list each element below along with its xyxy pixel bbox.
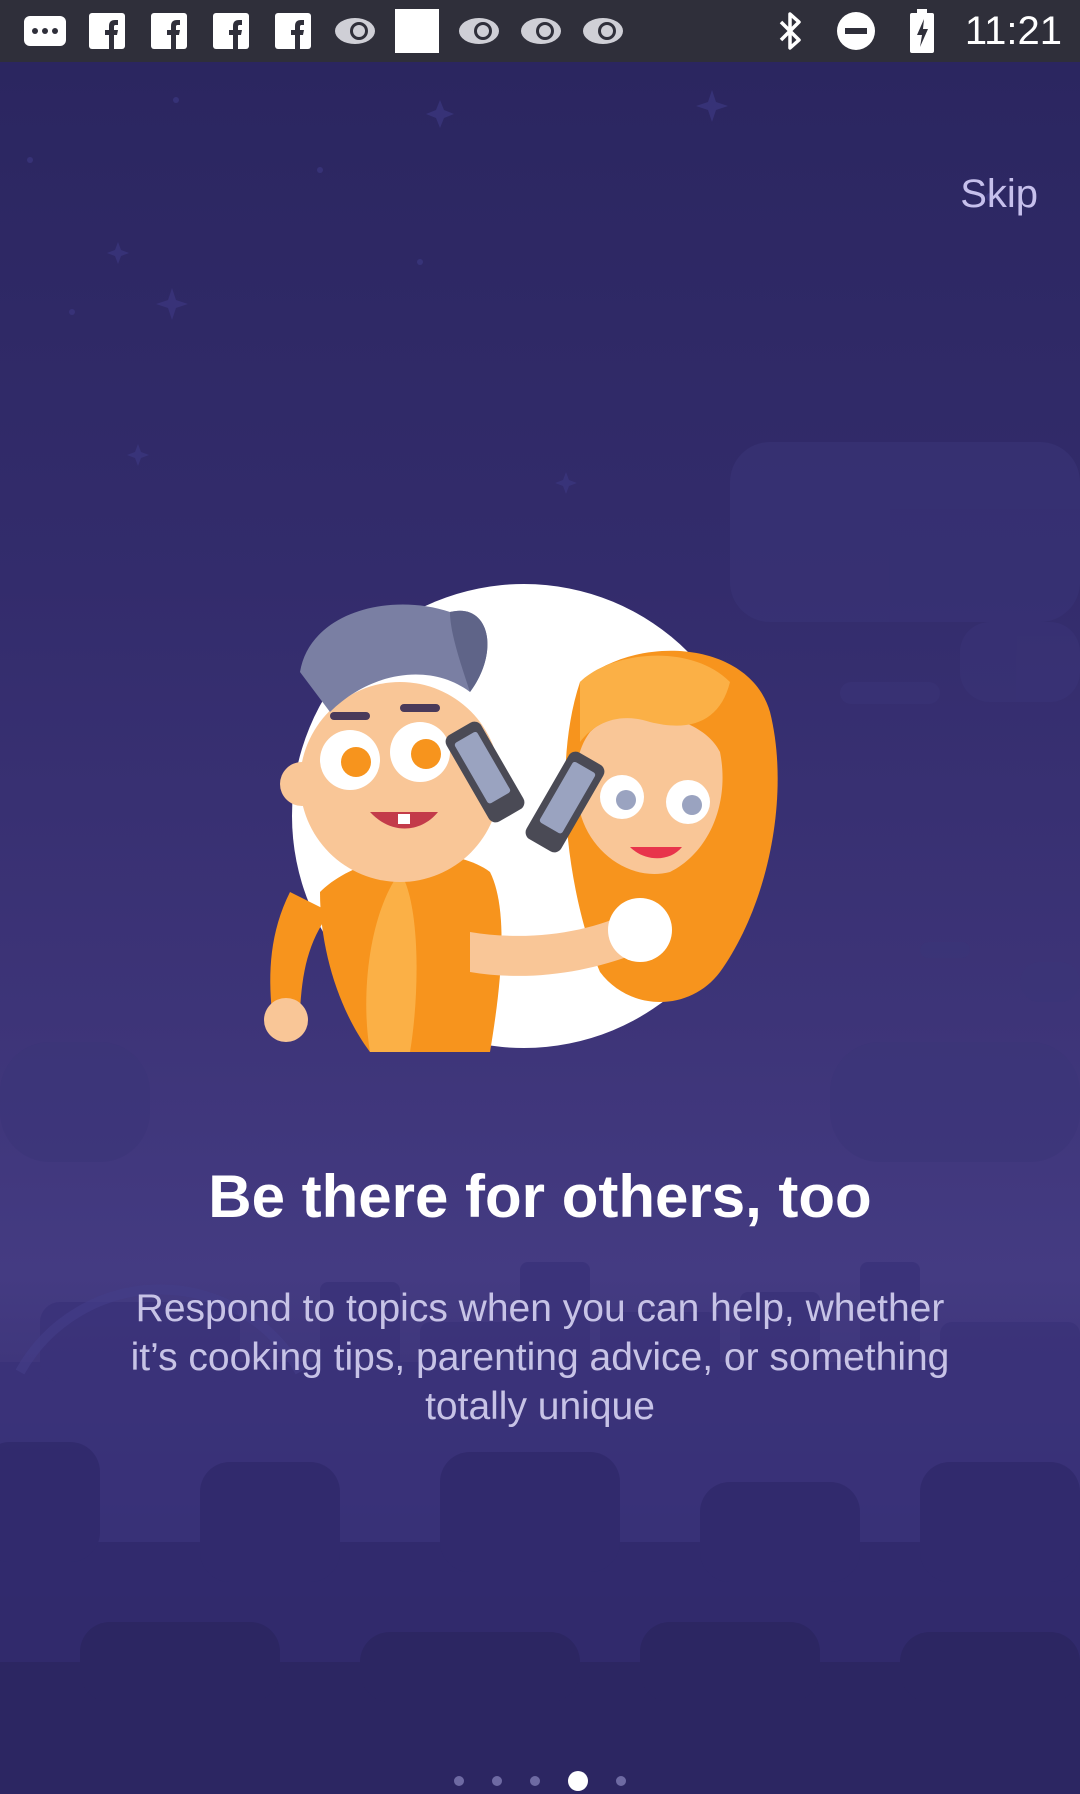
onboarding-illustration bbox=[264, 584, 778, 1052]
status-bar: 11:21 bbox=[0, 0, 1080, 62]
abc13-icon bbox=[518, 10, 564, 52]
system-icons: 11:21 bbox=[767, 6, 1062, 56]
message-icon bbox=[22, 10, 68, 52]
bluetooth-icon bbox=[767, 10, 813, 52]
status-time: 11:21 bbox=[964, 9, 1062, 53]
facebook-icon bbox=[208, 10, 254, 52]
do-not-disturb-icon bbox=[833, 10, 879, 52]
facebook-icon bbox=[146, 10, 192, 52]
page-dot-1[interactable] bbox=[454, 1776, 464, 1786]
battery-icon bbox=[899, 9, 945, 53]
abc13-icon bbox=[332, 10, 378, 52]
page-indicator bbox=[0, 1771, 1080, 1791]
onboarding-title: Be there for others, too bbox=[208, 1163, 872, 1230]
image-icon bbox=[394, 9, 440, 53]
page-dot-2[interactable] bbox=[492, 1776, 502, 1786]
page-dot-5[interactable] bbox=[616, 1776, 626, 1786]
onboarding-description: Respond to topics when you can help, whe… bbox=[130, 1287, 950, 1428]
notification-icons bbox=[22, 9, 626, 53]
onboarding-screen: Skip Be there for others, too Respond to… bbox=[0, 62, 1080, 1794]
abc13-icon bbox=[580, 10, 626, 52]
abc13-icon bbox=[456, 10, 502, 52]
facebook-icon bbox=[270, 10, 316, 52]
facebook-icon bbox=[84, 10, 130, 52]
page-dot-3[interactable] bbox=[530, 1776, 540, 1786]
page-dot-4-active[interactable] bbox=[568, 1771, 588, 1791]
skip-button[interactable]: Skip bbox=[960, 172, 1038, 217]
